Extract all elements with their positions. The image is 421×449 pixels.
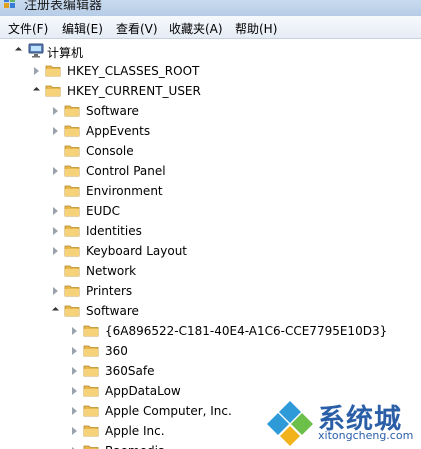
menu-bar: 文件(F) 编辑(E) 查看(V) 收藏夹(A) 帮助(H): [0, 16, 421, 39]
folder-icon: [64, 185, 80, 197]
folder-icon: [83, 365, 99, 377]
folder-icon: [64, 265, 80, 277]
folder-open-icon: [64, 305, 80, 317]
menu-favorites[interactable]: 收藏夹(A): [169, 20, 223, 37]
folder-icon: [64, 145, 80, 157]
expand-arrow-icon[interactable]: [72, 407, 77, 415]
tree-node[interactable]: Network: [0, 261, 421, 281]
tree-node-label: HKEY_CLASSES_ROOT: [67, 64, 200, 78]
tree-node-label: Keyboard Layout: [86, 244, 188, 258]
tree-node-label: 360Safe: [105, 364, 155, 378]
folder-icon: [83, 325, 99, 337]
tree-node[interactable]: 360Safe: [0, 361, 421, 381]
tree-node[interactable]: {6A896522-C181-40E4-A1C6-CCE7795E10D3}: [0, 321, 421, 341]
expand-arrow-icon[interactable]: [53, 127, 58, 135]
expand-arrow-icon[interactable]: [53, 227, 58, 235]
collapse-arrow-icon[interactable]: [51, 306, 60, 315]
expand-arrow-icon[interactable]: [34, 67, 39, 75]
expand-arrow-icon[interactable]: [72, 347, 77, 355]
folder-icon: [64, 165, 80, 177]
tree-node-label: EUDC: [86, 204, 120, 218]
folder-icon: [45, 65, 61, 77]
tree-node[interactable]: Control Panel: [0, 161, 421, 181]
expand-arrow-icon[interactable]: [14, 46, 23, 55]
expand-arrow-icon[interactable]: [72, 427, 77, 435]
tree-node[interactable]: Software: [0, 301, 421, 321]
tree-node-label: AppDataLow: [105, 384, 181, 398]
expand-arrow-icon[interactable]: [53, 107, 58, 115]
folder-icon: [83, 445, 99, 449]
folder-icon: [83, 345, 99, 357]
registry-tree[interactable]: 计算机 HKEY_CLASSES_ROOT HKEY_CURRENT_USER S…: [0, 39, 421, 449]
tree-node[interactable]: Identities: [0, 221, 421, 241]
tree-node[interactable]: Printers: [0, 281, 421, 301]
registry-editor-icon: [4, 0, 15, 8]
tree-node[interactable]: HKEY_CURRENT_USER: [0, 81, 421, 101]
tree-node-label: Software: [86, 104, 139, 118]
window-title: 注册表编辑器: [24, 0, 103, 13]
tree-node-label: Printers: [86, 284, 133, 298]
tree-root[interactable]: 计算机: [0, 41, 421, 61]
folder-icon: [64, 105, 80, 117]
tree-node-label: Baomedia: [105, 444, 165, 449]
expand-arrow-icon[interactable]: [53, 167, 58, 175]
menu-help[interactable]: 帮助(H): [235, 20, 277, 37]
folder-icon: [83, 405, 99, 417]
expand-arrow-icon[interactable]: [53, 287, 58, 295]
folder-icon: [64, 205, 80, 217]
tree-node-label: AppEvents: [86, 124, 151, 138]
tree-node-label: Software: [86, 304, 139, 318]
watermark-url: xitongcheng.com: [318, 429, 414, 442]
computer-icon: [28, 43, 44, 58]
expand-arrow-icon[interactable]: [53, 247, 58, 255]
folder-icon: [64, 285, 80, 297]
tree-node[interactable]: Environment: [0, 181, 421, 201]
tree-node-label: Network: [86, 264, 137, 278]
tree-node-label: {6A896522-C181-40E4-A1C6-CCE7795E10D3}: [105, 324, 388, 338]
expand-arrow-icon[interactable]: [72, 367, 77, 375]
tree-node-label: Identities: [86, 224, 142, 238]
tree-node-label: 360: [105, 344, 128, 358]
tree-node[interactable]: HKEY_CLASSES_ROOT: [0, 61, 421, 81]
folder-icon: [64, 225, 80, 237]
tree-node[interactable]: Software: [0, 101, 421, 121]
tree-node-label: Apple Computer, Inc.: [105, 404, 232, 418]
title-bar: 注册表编辑器: [0, 0, 421, 16]
expand-arrow-icon[interactable]: [72, 387, 77, 395]
tree-node[interactable]: EUDC: [0, 201, 421, 221]
folder-icon: [64, 245, 80, 257]
tree-node[interactable]: 360: [0, 341, 421, 361]
tree-node[interactable]: AppEvents: [0, 121, 421, 141]
folder-open-icon: [45, 85, 61, 97]
collapse-arrow-icon[interactable]: [32, 86, 41, 95]
tree-node-label: Control Panel: [86, 164, 166, 178]
tree-node[interactable]: Keyboard Layout: [0, 241, 421, 261]
tree-node-label: Environment: [86, 184, 163, 198]
folder-icon: [64, 125, 80, 137]
expand-arrow-icon[interactable]: [72, 327, 77, 335]
tree-node-label: Apple Inc.: [105, 424, 165, 438]
menu-edit[interactable]: 编辑(E): [62, 20, 103, 37]
tree-node[interactable]: Console: [0, 141, 421, 161]
tree-node-label: Console: [86, 144, 134, 158]
tree-node-label: HKEY_CURRENT_USER: [67, 84, 201, 98]
tree-root-label: 计算机: [47, 46, 84, 60]
folder-icon: [83, 385, 99, 397]
folder-icon: [83, 425, 99, 437]
menu-file[interactable]: 文件(F): [8, 20, 48, 37]
menu-view[interactable]: 查看(V): [116, 20, 158, 37]
expand-arrow-icon[interactable]: [53, 207, 58, 215]
